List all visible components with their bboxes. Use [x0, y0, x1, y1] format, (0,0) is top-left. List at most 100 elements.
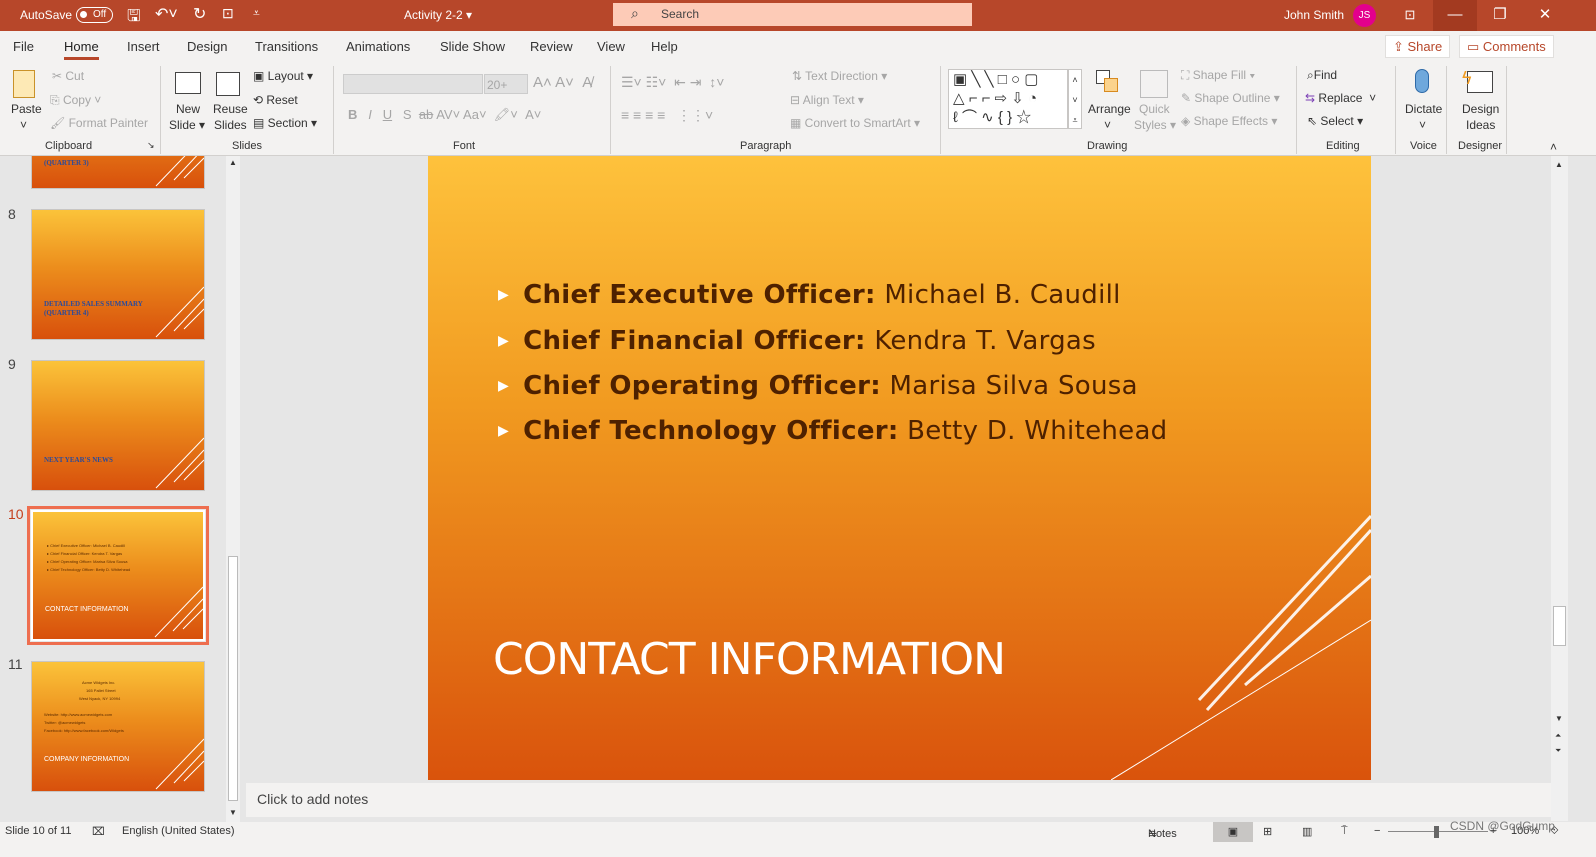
find-button[interactable]: ⌕Find — [1307, 68, 1337, 83]
previous-slide-icon[interactable]: ⏶ — [1555, 731, 1561, 741]
reuse-slides-icon — [216, 72, 240, 96]
redo-icon[interactable]: ↻ — [193, 4, 206, 24]
close-button[interactable]: ✕ — [1523, 0, 1567, 31]
new-slide-dropdown[interactable]: Slide ▾ — [169, 118, 205, 132]
notes-pane[interactable]: Click to add notes — [246, 783, 1551, 817]
slide-thumbnail-11[interactable]: Acme Widgets Inc. 165 Pallet Street West… — [31, 661, 205, 792]
tab-home[interactable]: Home — [64, 39, 99, 60]
tab-insert[interactable]: Insert — [127, 39, 160, 54]
tab-help[interactable]: Help — [651, 39, 678, 54]
slide-thumbnail-10[interactable]: ▸ Chief Executive Officer: Michael B. Ca… — [27, 506, 209, 645]
section-button[interactable]: ▤ Section ▾ — [253, 116, 317, 130]
slide-thumbnail-9[interactable]: NEXT YEAR'S NEWS — [31, 360, 205, 491]
scroll-thumb[interactable] — [1553, 606, 1566, 646]
thumb-line: ▸ Chief Executive Officer: Michael B. Ca… — [47, 543, 125, 548]
document-title[interactable]: Activity 2-2 ▾ — [404, 8, 472, 22]
slide-thumbnail-8[interactable]: DETAILED SALES SUMMARY (QUARTER 4) — [31, 209, 205, 340]
select-button[interactable]: ⇖ Select ▾ — [1307, 114, 1363, 128]
slide-canvas[interactable]: ▶ Chief Executive Officer: Michael B. Cau… — [428, 156, 1371, 780]
scroll-down-icon[interactable]: ▼ — [1555, 714, 1563, 723]
tab-transitions[interactable]: Transitions — [255, 39, 318, 54]
present-icon[interactable]: ⊡ — [222, 5, 234, 22]
bullet-item[interactable]: ▶ Chief Financial Officer: Kendra T. Varg… — [498, 326, 1096, 356]
editor-scrollbar[interactable]: ▲ ▼ ⏶ ⏷ — [1551, 156, 1568, 821]
scroll-up-icon[interactable]: ▲ — [229, 158, 237, 167]
collapse-ribbon-icon[interactable]: ˄ — [1550, 140, 1557, 154]
slide-thumbnail-7[interactable]: (QUARTER 3) — [31, 156, 205, 189]
align-text-button[interactable]: ⊟ Align Text ▾ — [790, 93, 864, 107]
list-buttons[interactable]: ☰˅ ☷˅ ⇤ ⇥ ↕˅ — [621, 74, 724, 91]
paste-button[interactable]: Paste — [11, 102, 42, 116]
reading-view-icon[interactable]: ▥ — [1302, 825, 1312, 838]
comments-button[interactable]: ▭ Comments — [1459, 35, 1554, 58]
share-button[interactable]: ⇪ Share — [1385, 35, 1451, 58]
gallery-scroll[interactable]: ˄ ˅ ⩡ — [1068, 69, 1082, 129]
font-name-select[interactable] — [343, 74, 483, 94]
thumb-title: COMPANY INFORMATION — [44, 756, 130, 763]
group-label-voice: Voice — [1410, 140, 1437, 152]
scroll-down-icon[interactable]: ▼ — [229, 808, 237, 817]
tab-design[interactable]: Design — [187, 39, 227, 54]
dictate-dropdown-icon[interactable]: ˅ — [1419, 118, 1426, 132]
zoom-slider-thumb[interactable] — [1434, 826, 1439, 838]
slide-sorter-icon[interactable]: ⊞ — [1263, 825, 1272, 838]
customize-qat-icon[interactable]: ⩡ — [253, 6, 260, 21]
slide-number: 10 — [8, 506, 24, 522]
shape-effects-button[interactable]: ◈ Shape Effects ▾ — [1181, 114, 1277, 128]
user-name[interactable]: John Smith — [1284, 8, 1344, 22]
dictate-button[interactable]: Dictate — [1405, 102, 1442, 116]
slide-title[interactable]: CONTACT INFORMATION — [493, 634, 1006, 685]
dialog-launcher-icon[interactable]: ↘ — [147, 140, 155, 151]
format-painter-button[interactable]: 🖌 Format Painter — [50, 116, 148, 130]
divider — [1446, 66, 1447, 154]
scroll-up-icon[interactable]: ▲ — [1555, 160, 1563, 169]
quick-styles-button[interactable]: Quick — [1139, 102, 1170, 116]
copy-button[interactable]: ⎘ Copy ˅ — [50, 93, 101, 108]
tab-animations[interactable]: Animations — [346, 39, 410, 54]
search-input[interactable]: ⌕ Search — [613, 3, 972, 26]
arrange-dropdown-icon[interactable]: ˅ — [1104, 118, 1111, 132]
text-direction-button[interactable]: ⇅ Text Direction ▾ — [792, 69, 887, 83]
undo-icon[interactable]: ↶˅ — [155, 4, 178, 24]
zoom-out-icon[interactable]: − — [1374, 825, 1380, 837]
layout-button[interactable]: ▣ Layout ▾ — [253, 69, 313, 83]
next-slide-icon[interactable]: ⏷ — [1555, 746, 1561, 756]
tab-file[interactable]: File — [13, 39, 34, 54]
bullet-item[interactable]: ▶ Chief Operating Officer: Marisa Silva S… — [498, 371, 1138, 401]
normal-view-icon[interactable]: ▣ — [1213, 822, 1253, 842]
scroll-thumb[interactable] — [228, 556, 238, 801]
bullet-item[interactable]: ▶ Chief Technology Officer: Betty D. Whit… — [498, 416, 1167, 446]
font-size-select[interactable]: 20+ — [484, 74, 528, 94]
spellcheck-icon[interactable]: ⌧ — [92, 825, 105, 838]
thumbnail-scrollbar[interactable]: ▲ ▼ — [226, 156, 240, 822]
tab-review[interactable]: Review — [530, 39, 573, 54]
font-format-buttons[interactable]: B I U S ab AV˅ Aa˅ 🖍˅ A˅ — [348, 107, 541, 123]
autosave-toggle[interactable]: Off — [76, 7, 113, 23]
convert-smartart-button[interactable]: ▦ Convert to SmartArt ▾ — [790, 116, 920, 130]
cut-button[interactable]: ✂ Cut — [52, 69, 84, 83]
align-buttons[interactable]: ≡ ≡ ≡ ≡ ⋮⋮˅ — [621, 107, 713, 124]
shape-fill-button[interactable]: ⛶ Shape Fill ▾ — [1181, 68, 1255, 83]
tab-slide-show[interactable]: Slide Show — [440, 39, 505, 54]
reuse-slides-button[interactable]: Reuse — [213, 102, 248, 116]
save-icon[interactable]: 🖫 — [127, 5, 141, 32]
shapes-gallery[interactable]: ▣ ╲ ╲ □ ○ ▢ △ ⌐ ⌐ ⇨ ⇩ ◔ ℓ ⌒ ∿ { } ☆ — [948, 69, 1068, 129]
language-indicator[interactable]: English (United States) — [122, 825, 235, 837]
restore-button[interactable]: ❐ — [1478, 0, 1522, 31]
font-size-controls-icon[interactable]: A˄ A˅ A̸ — [533, 74, 592, 91]
ribbon-display-icon[interactable]: ⊡ — [1388, 0, 1432, 31]
avatar[interactable]: JS — [1353, 4, 1376, 27]
slideshow-icon[interactable]: ⍑ — [1341, 825, 1348, 838]
new-slide-button[interactable]: New — [176, 102, 200, 116]
align-text-label: Align Text ▾ — [802, 93, 864, 107]
arrange-button[interactable]: Arrange — [1088, 102, 1131, 116]
replace-button[interactable]: ⇆ Replace ˅ — [1305, 91, 1376, 105]
design-ideas-button[interactable]: Design — [1462, 102, 1499, 116]
paste-dropdown-icon[interactable]: ˅ — [20, 118, 27, 132]
reset-button[interactable]: ⟲ Reset — [253, 93, 298, 107]
minimize-button[interactable]: — — [1433, 0, 1477, 31]
shape-outline-button[interactable]: ✎ Shape Outline ▾ — [1181, 91, 1280, 105]
find-icon: ⌕ — [1307, 68, 1314, 82]
bullet-item[interactable]: ▶ Chief Executive Officer: Michael B. Cau… — [498, 280, 1121, 310]
tab-view[interactable]: View — [597, 39, 625, 54]
